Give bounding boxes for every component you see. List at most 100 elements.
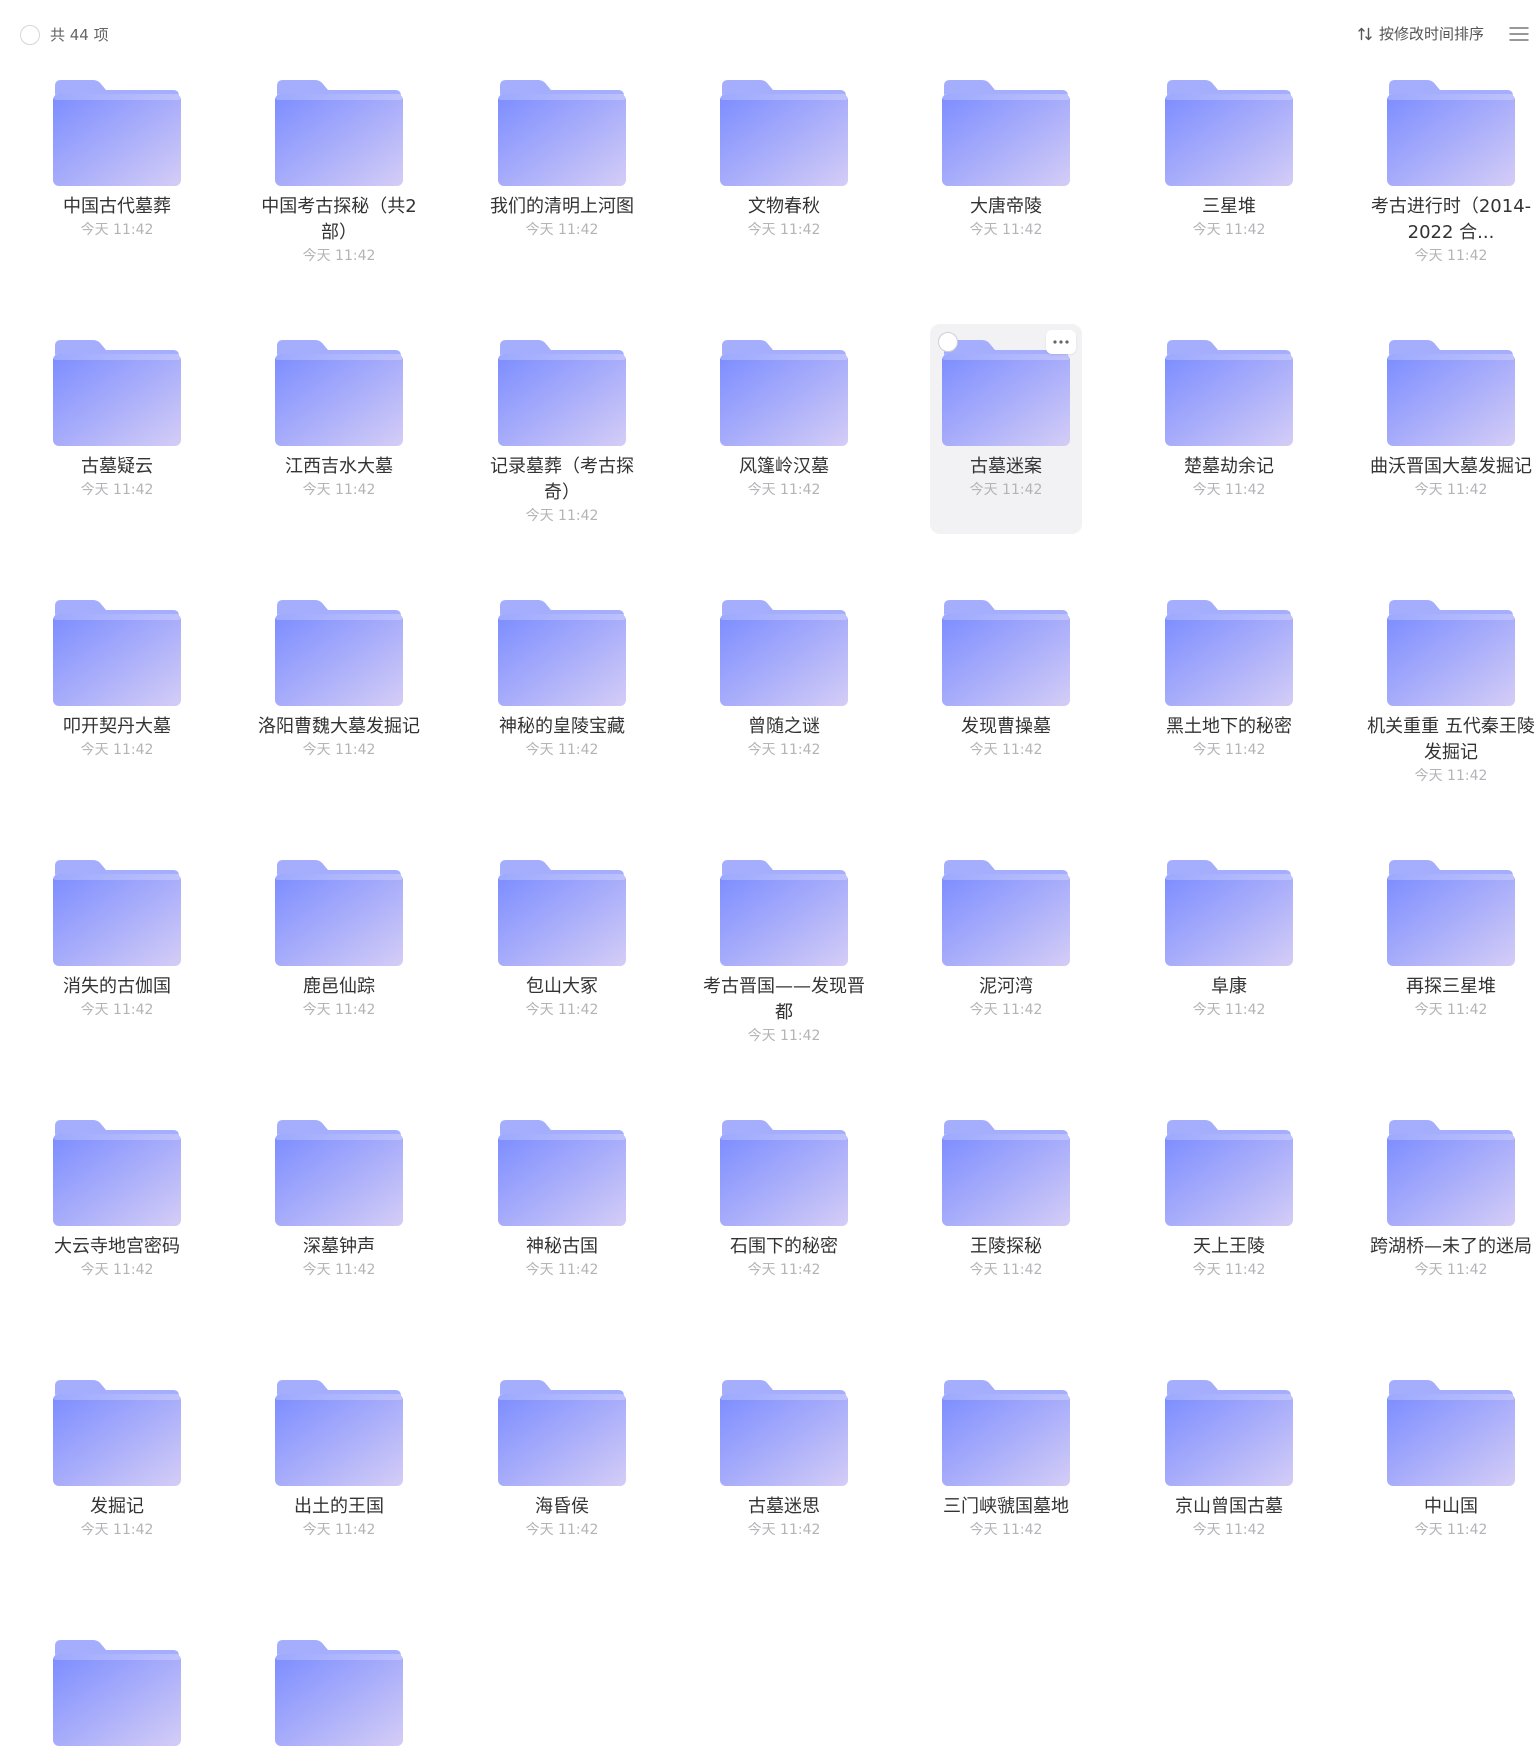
folder-icon: [1163, 1378, 1295, 1488]
folder-name: 我们的清明上河图: [490, 196, 634, 217]
folder-item[interactable]: 鹿邑仙踪 今天 11:42: [263, 844, 415, 1054]
folder-item[interactable]: 洛阳曹魏大墓发掘记 今天 11:42: [258, 584, 420, 794]
folder-item[interactable]: 发现曹操墓 今天 11:42: [930, 584, 1082, 794]
folder-icon: [273, 1118, 405, 1228]
folder-item[interactable]: 考古进行时（2014-2022 合... 今天 11:42: [1371, 64, 1531, 274]
folder-icon: [496, 78, 628, 188]
folder-item[interactable]: 深墓钟声 今天 11:42: [263, 1104, 415, 1314]
folder-icon: [718, 858, 850, 968]
folder-item[interactable]: 曾随之谜 今天 11:42: [708, 584, 860, 794]
folder-date: 今天 11:42: [969, 742, 1043, 758]
folder-item[interactable]: [263, 1624, 415, 1760]
folder-icon: [1385, 1118, 1517, 1228]
folder-item[interactable]: [41, 1624, 193, 1760]
folder-item[interactable]: 三星堆 今天 11:42: [1153, 64, 1305, 274]
folder-item[interactable]: 海昏侯今天 11:42: [486, 1364, 638, 1574]
folder-item[interactable]: 泥河湾 今天 11:42: [930, 844, 1082, 1054]
folder-name: 古墓疑云: [81, 456, 153, 477]
folder-name: 石围下的秘密: [730, 1236, 838, 1257]
folder-item[interactable]: 中国考古探秘（共2部） 今天 11:42: [261, 64, 417, 274]
folder-icon: [1385, 338, 1517, 448]
folder-item[interactable]: 机关重重 五代秦王陵发掘记 今天 11:42: [1367, 584, 1535, 794]
folder-item[interactable]: 古墓迷思 今天 11:42: [708, 1364, 860, 1574]
folder-date: 今天 11:42: [80, 222, 154, 238]
folder-item[interactable]: 考古晋国——发现晋都 今天 11:42: [703, 844, 865, 1054]
folder-icon: [940, 338, 1072, 448]
more-options-button[interactable]: [1046, 330, 1076, 354]
folder-icon: [718, 1378, 850, 1488]
folder-item[interactable]: 叩开契丹大墓 今天 11:42: [41, 584, 193, 794]
folder-name: 三门峡虢国墓地: [943, 1496, 1069, 1517]
folder-name: 考古进行时（2014-2022 合...: [1370, 196, 1532, 243]
folder-item[interactable]: 三门峡虢国墓地今天 11:42: [930, 1364, 1082, 1574]
folder-name: 风篷岭汉墓: [739, 456, 829, 477]
folder-item[interactable]: 大唐帝陵 今天 11:42: [930, 64, 1082, 274]
folder-icon: [51, 338, 183, 448]
folder-date: 今天 11:42: [525, 1002, 599, 1018]
folder-item[interactable]: 记录墓葬（考古探奇） 今天 11:42: [486, 324, 638, 534]
folder-date: 今天 11:42: [302, 1262, 376, 1278]
folder-date: 今天 11:42: [747, 742, 821, 758]
folder-date: 今天 11:42: [747, 1522, 821, 1538]
folder-icon: [940, 1378, 1072, 1488]
folder-item[interactable]: 江西吉水大墓 今天 11:42: [263, 324, 415, 534]
folder-name: 文物春秋: [748, 196, 820, 217]
folder-date: 今天 11:42: [80, 1262, 154, 1278]
folder-date: 今天 11:42: [969, 1522, 1043, 1538]
folder-date: 今天 11:42: [969, 1262, 1043, 1278]
folder-item[interactable]: 我们的清明上河图 今天 11:42: [486, 64, 638, 274]
folder-name: 中山国: [1424, 1496, 1478, 1517]
sort-label: 按修改时间排序: [1378, 25, 1484, 43]
folder-name: 出土的王国: [294, 1496, 384, 1517]
folder-item[interactable]: 出土的王国 今天 11:42: [263, 1364, 415, 1574]
folder-date: 今天 11:42: [1414, 482, 1488, 498]
folder-item[interactable]: 跨湖桥—未了的迷局 今天 11:42: [1370, 1104, 1532, 1314]
folder-item[interactable]: 消失的古伽国 今天 11:42: [41, 844, 193, 1054]
folder-item[interactable]: 天上王陵 今天 11:42: [1153, 1104, 1305, 1314]
folder-name: 中国古代墓葬: [63, 196, 171, 217]
folder-item[interactable]: 神秘古国 今天 11:42: [486, 1104, 638, 1314]
select-all-checkbox[interactable]: [20, 25, 40, 45]
folder-date: 今天 11:42: [80, 1522, 154, 1538]
folder-item[interactable]: 文物春秋 今天 11:42: [708, 64, 860, 274]
folder-date: 今天 11:42: [525, 1522, 599, 1538]
folder-date: 今天 11:42: [1192, 222, 1266, 238]
folder-item[interactable]: 京山曾国古墓 今天 11:42: [1153, 1364, 1305, 1574]
folder-icon: [1385, 1378, 1517, 1488]
folder-item[interactable]: 包山大冢 今天 11:42: [486, 844, 638, 1054]
folder-icon: [496, 598, 628, 708]
folder-item[interactable]: 古墓疑云 今天 11:42: [41, 324, 193, 534]
folder-item[interactable]: 曲沃晋国大墓发掘记 今天 11:42: [1370, 324, 1532, 534]
folder-date: 今天 11:42: [302, 248, 376, 264]
folder-item[interactable]: 中国古代墓葬今天 11:42: [41, 64, 193, 274]
item-count: 共 44 项: [50, 26, 109, 44]
toolbar: 共 44 项 按修改时间排序: [0, 0, 1540, 64]
folder-item[interactable]: 神秘的皇陵宝藏 今天 11:42: [486, 584, 638, 794]
folder-item[interactable]: 再探三星堆 今天 11:42: [1375, 844, 1527, 1054]
folder-icon: [1163, 338, 1295, 448]
sort-button[interactable]: 按修改时间排序: [1357, 22, 1484, 46]
folder-item[interactable]: 石围下的秘密 今天 11:42: [708, 1104, 860, 1314]
folder-date: 今天 11:42: [302, 742, 376, 758]
folder-name: 泥河湾: [979, 976, 1033, 997]
folder-item[interactable]: 黑土地下的秘密 今天 11:42: [1153, 584, 1305, 794]
folder-item[interactable]: 王陵探秘 今天 11:42: [930, 1104, 1082, 1314]
folder-item[interactable]: 楚墓劫余记 今天 11:42: [1153, 324, 1305, 534]
folder-date: 今天 11:42: [302, 1002, 376, 1018]
folder-date: 今天 11:42: [1414, 248, 1488, 264]
folder-item[interactable]: 中山国 今天 11:42: [1375, 1364, 1527, 1574]
folder-date: 今天 11:42: [1414, 768, 1488, 784]
folder-icon: [718, 1118, 850, 1228]
folder-name: 海昏侯: [535, 1496, 589, 1517]
folder-checkbox[interactable]: [938, 332, 958, 352]
folder-name: 京山曾国古墓: [1175, 1496, 1283, 1517]
folder-name: 大云寺地宫密码: [54, 1236, 180, 1257]
folder-item[interactable]: 古墓迷案 今天 11:42: [930, 324, 1082, 534]
folder-date: 今天 11:42: [969, 482, 1043, 498]
folder-item[interactable]: 发掘记 今天 11:42: [41, 1364, 193, 1574]
folder-name: 神秘古国: [526, 1236, 598, 1257]
list-menu-icon[interactable]: [1508, 25, 1530, 43]
folder-item[interactable]: 大云寺地宫密码今天 11:42: [41, 1104, 193, 1314]
folder-item[interactable]: 风篷岭汉墓 今天 11:42: [708, 324, 860, 534]
folder-item[interactable]: 阜康 今天 11:42: [1153, 844, 1305, 1054]
